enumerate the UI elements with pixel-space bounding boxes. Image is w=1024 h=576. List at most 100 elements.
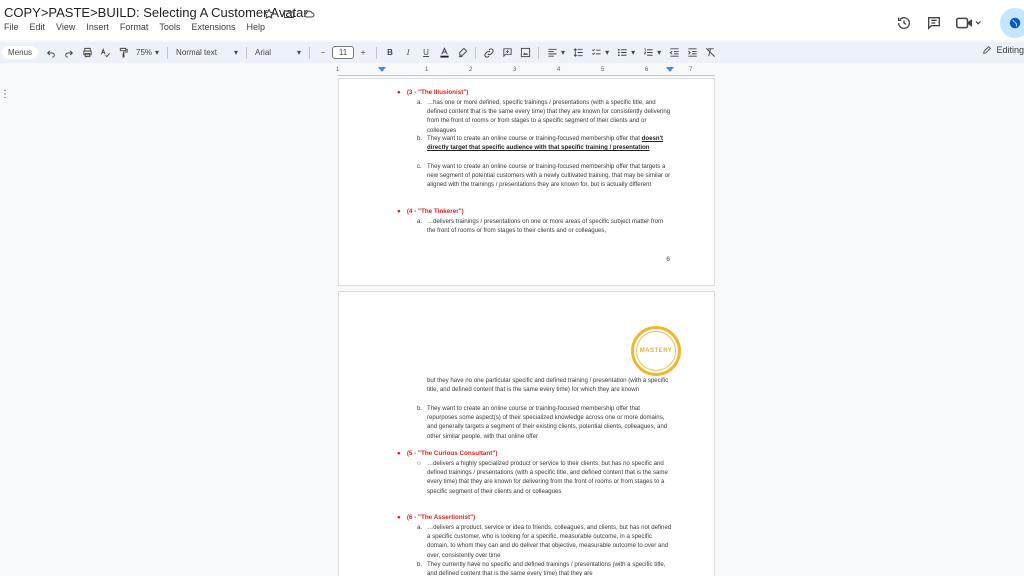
chevron-down-icon: ▾ [657, 48, 662, 57]
spellcheck-icon[interactable] [96, 45, 114, 61]
move-folder-icon[interactable] [282, 7, 296, 21]
link-icon[interactable] [480, 45, 498, 61]
heading-text: (5 - "The Curious Consultant") [406, 450, 498, 457]
ruler-number: 1 [425, 67, 429, 73]
heading-text: (3 - "The Illusionist") [406, 89, 469, 96]
ruler-number: 3 [513, 67, 517, 73]
chevron-down-icon: ▾ [561, 48, 566, 57]
list-text: but they have no one particular specific… [427, 377, 669, 394]
align-left-icon [548, 48, 557, 57]
bullet-dot: ● [397, 450, 401, 457]
ruler-number: 6 [645, 67, 649, 73]
meet-icon[interactable] [954, 13, 984, 33]
bold-icon[interactable]: B [381, 45, 399, 61]
decrease-font-size-icon[interactable]: − [314, 45, 332, 61]
menu-edit[interactable]: Edit [30, 22, 46, 32]
section-heading: ● (5 - "The Curious Consultant") [397, 450, 497, 457]
document-page[interactable]: ● (3 - "The Illusionist") a. …has one or … [338, 78, 715, 286]
undo-icon[interactable] [42, 45, 60, 61]
toolbar-divider [538, 46, 540, 59]
list-item: a. …delivers trainings / presentations o… [417, 217, 672, 235]
right-indent-marker[interactable] [666, 67, 674, 72]
title-icons [262, 7, 316, 21]
chevron-down-icon: ▾ [155, 48, 160, 57]
menu-view[interactable]: View [56, 22, 75, 32]
page-number: 6 [666, 256, 670, 263]
ruler-number: 4 [557, 67, 561, 73]
highlight-icon[interactable] [453, 45, 471, 61]
left-indent-marker[interactable] [378, 67, 386, 72]
comments-icon[interactable] [924, 13, 944, 33]
list-text: …has one or more defined, specific train… [427, 99, 671, 134]
line-spacing-icon[interactable] [569, 45, 587, 61]
list-marker: a. [417, 218, 423, 225]
version-history-icon[interactable] [894, 13, 914, 33]
section-heading: ● (6 - "The Assertionist") [397, 514, 475, 521]
ruler-number: 1 [336, 67, 340, 73]
section-heading: ● (4 - "The Tinkerer") [397, 208, 464, 215]
font-size-input[interactable]: 11 [332, 46, 355, 59]
menu-insert[interactable]: Insert [86, 22, 109, 32]
heading-text: (6 - "The Assertionist") [406, 514, 476, 521]
list-item: b. They currently have no specific and d… [417, 560, 672, 576]
bullet-dot: ● [397, 208, 401, 215]
pencil-icon [983, 46, 992, 54]
bulleted-list-select[interactable]: ▾ [613, 47, 639, 58]
bullet-dot: ● [397, 89, 401, 96]
underline-icon[interactable]: U [417, 45, 435, 61]
list-item: b. They want to create an online course … [417, 134, 672, 152]
style-select[interactable]: Normal text ▾ [172, 48, 242, 57]
ruler-number: 5 [601, 67, 605, 73]
list-item: c. They want to create an online course … [417, 162, 672, 190]
numbered-list-select[interactable]: ▾ [639, 47, 665, 58]
list-text: They want to create an online course or … [427, 134, 672, 152]
list-marker: a. [417, 99, 423, 106]
redo-icon[interactable] [60, 45, 78, 61]
add-comment-icon[interactable] [498, 45, 516, 61]
chevron-down-icon: ▾ [297, 48, 302, 57]
menu-help[interactable]: Help [246, 22, 265, 32]
menu-extensions[interactable]: Extensions [191, 22, 235, 32]
star-icon[interactable] [262, 7, 276, 21]
list-marker: b. [417, 561, 423, 568]
increase-font-size-icon[interactable]: + [354, 45, 372, 61]
bulleted-list-icon [617, 48, 627, 57]
clear-formatting-icon[interactable] [701, 45, 719, 61]
bullet-dot: ● [397, 514, 401, 521]
heading-text: (4 - "The Tinkerer") [406, 208, 464, 215]
menu-bar: File Edit View Insert Format Tools Exten… [4, 22, 265, 32]
print-icon[interactable] [78, 45, 96, 61]
list-text: They currently have no specific and defi… [427, 561, 666, 576]
menu-file[interactable]: File [4, 22, 19, 32]
increase-indent-icon[interactable] [683, 45, 701, 61]
menus-search[interactable]: Menus [2, 46, 39, 59]
insert-image-icon[interactable] [516, 45, 534, 61]
share-globe-icon[interactable] [1000, 8, 1024, 38]
menu-format[interactable]: Format [120, 22, 149, 32]
zoom-value: 75% [136, 48, 153, 57]
toolbar-divider [475, 46, 477, 59]
italic-icon[interactable]: I [399, 45, 417, 61]
section-heading: ● (3 - "The Illusionist") [397, 89, 468, 96]
list-item: but they have no one particular specific… [417, 376, 672, 394]
list-marker: c. [417, 163, 422, 170]
text-color-icon[interactable] [435, 45, 453, 61]
menu-tools[interactable]: Tools [159, 22, 180, 32]
decrease-indent-icon[interactable] [665, 45, 683, 61]
toolbar-divider [309, 46, 311, 59]
font-select[interactable]: Arial ▾ [251, 48, 305, 57]
zoom-select[interactable]: 75% ▾ [132, 48, 163, 57]
editing-mode-select[interactable]: Editing [982, 45, 1024, 55]
header-actions [884, 8, 1024, 38]
list-marker: a. [417, 524, 423, 531]
align-select[interactable]: ▾ [543, 47, 569, 58]
seal-text: MASTERY [636, 331, 676, 371]
paint-format-icon[interactable] [114, 45, 132, 61]
checklist-select[interactable]: ▾ [587, 47, 613, 58]
mastery-seal-logo: MASTERY [631, 326, 681, 376]
list-text: They want to create an online course or … [427, 163, 671, 189]
document-page[interactable]: MASTERY but they have no one particular … [338, 291, 715, 576]
horizontal-ruler[interactable]: 1 1 2 3 4 5 6 7 [336, 67, 715, 77]
outline-more-icon[interactable]: ⋮ [0, 90, 10, 100]
cloud-saved-icon[interactable] [302, 7, 316, 21]
